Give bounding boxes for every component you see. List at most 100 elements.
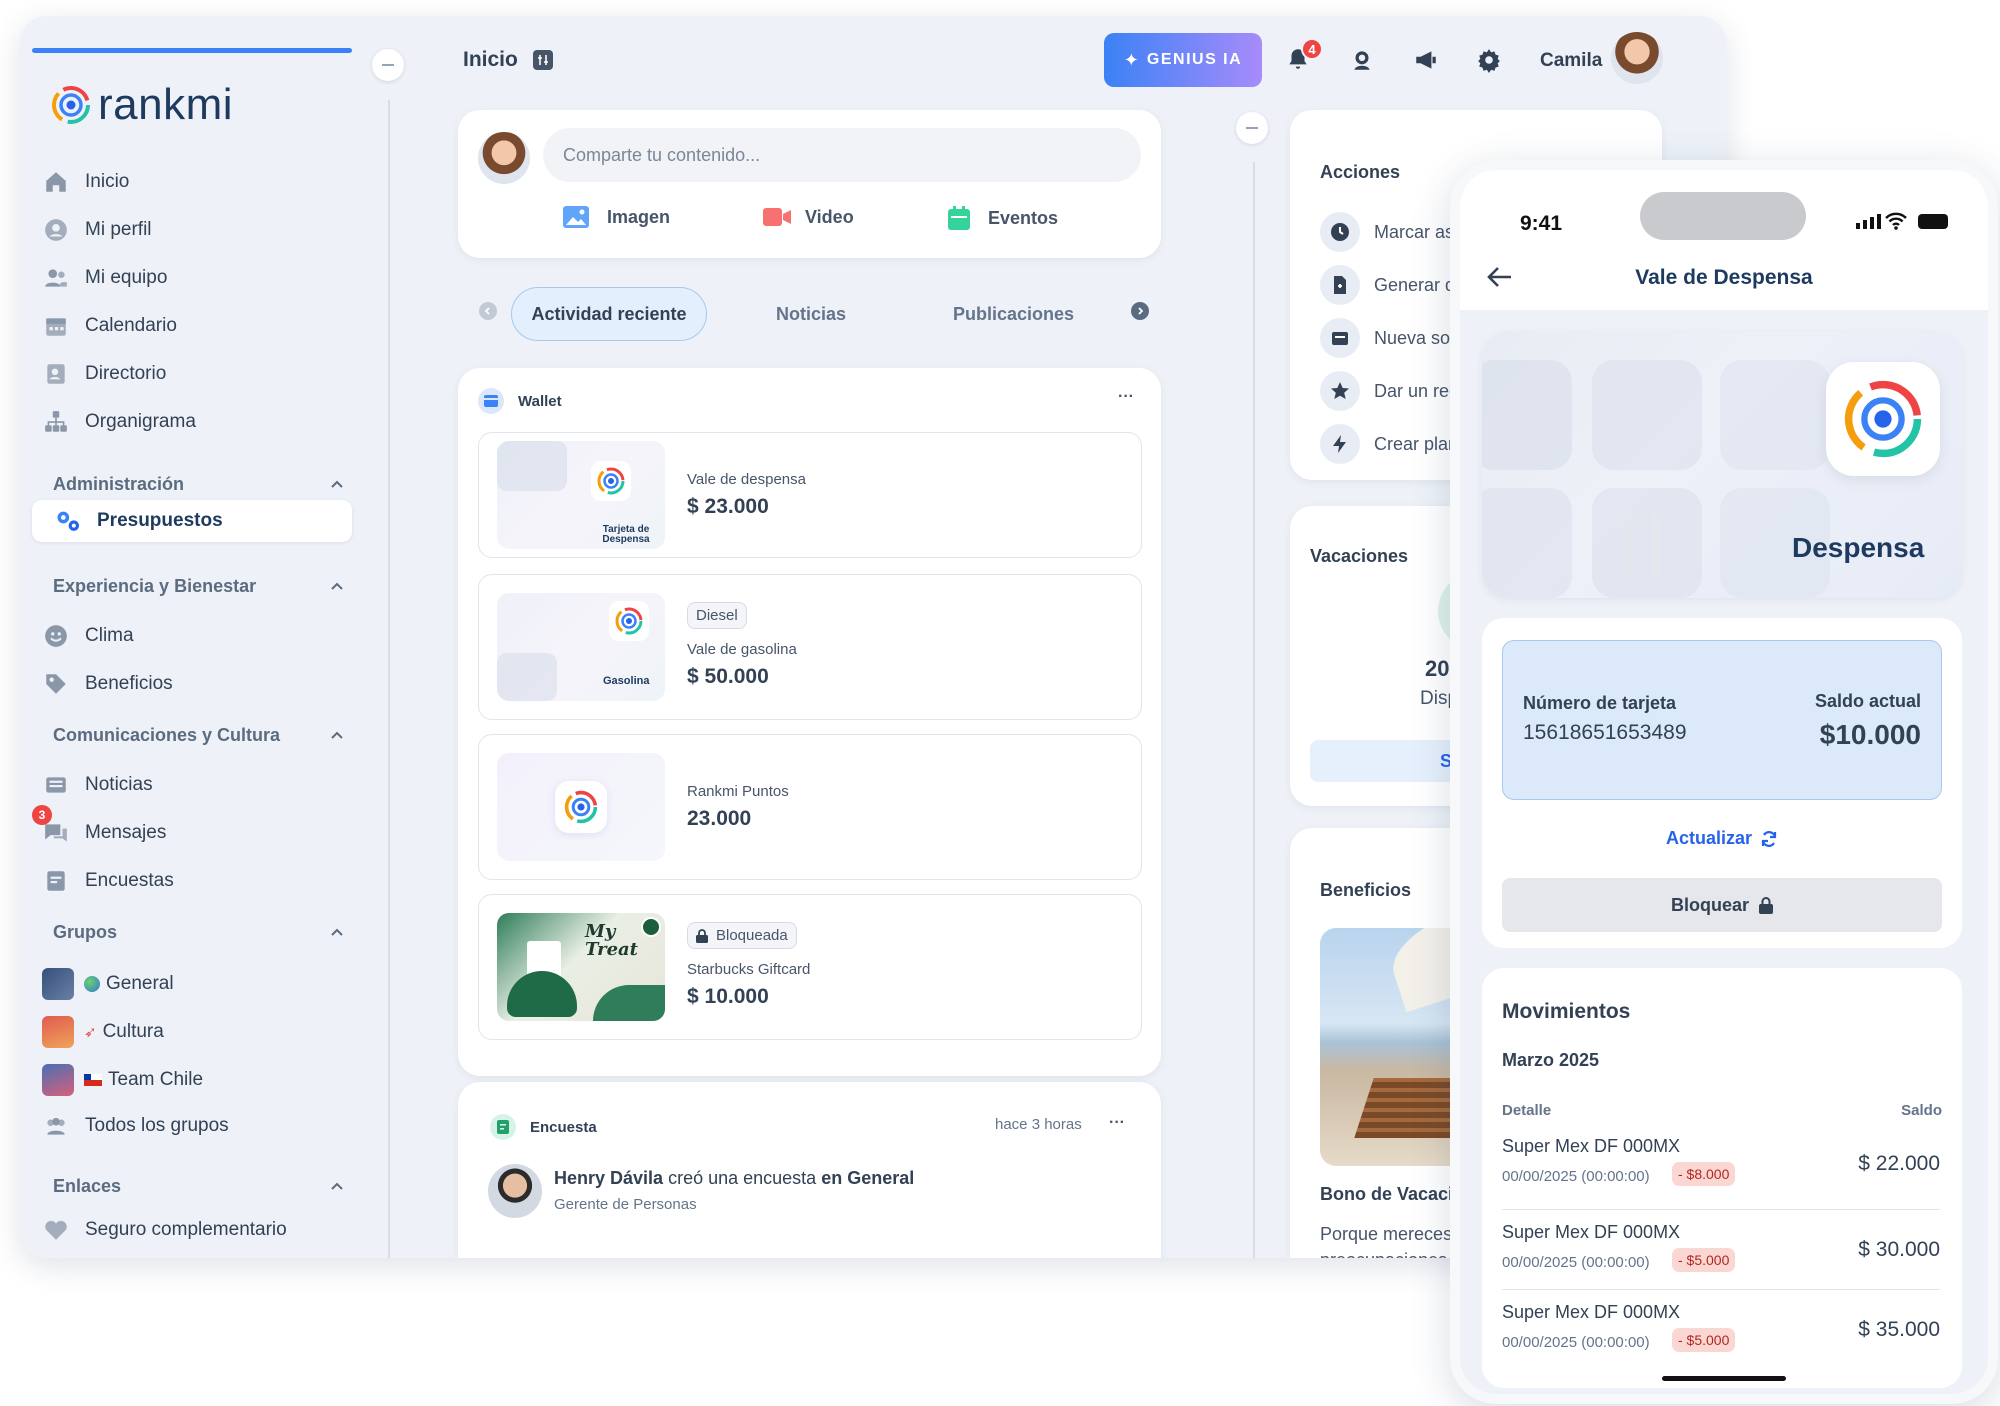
movement-amount: - $8.000	[1672, 1162, 1736, 1186]
tabs-next-arrow[interactable]	[1131, 302, 1149, 320]
sidebar-item-mensajes[interactable]: 3 Mensajes	[32, 805, 166, 847]
sidebar-item-inicio[interactable]: Inicio	[42, 168, 129, 196]
tab-publicaciones[interactable]: Publicaciones	[953, 304, 1074, 325]
survey-more-button[interactable]: ···	[1109, 1114, 1125, 1132]
composer-events-button[interactable]: Eventos	[948, 206, 1058, 230]
composer-input[interactable]: Comparte tu contenido...	[543, 128, 1141, 182]
movement-row[interactable]: Super Mex DF 000MX 00/00/2025 (00:00:00)…	[1502, 1130, 1940, 1210]
section-enlaces[interactable]: Enlaces	[53, 1176, 345, 1197]
action-label: Crear plan	[1374, 433, 1459, 454]
action-item[interactable]: Marcar asi	[1320, 212, 1458, 252]
survey-title: Encuesta	[530, 1118, 597, 1136]
wallet-thumb: Tarjeta de Despensa	[497, 441, 665, 549]
wallet-item-tag: Bloqueada	[687, 922, 797, 949]
wallet-header: Wallet	[478, 388, 562, 414]
block-button[interactable]: Bloquear	[1502, 878, 1942, 932]
directory-icon	[42, 360, 70, 388]
announcements-button[interactable]	[1412, 47, 1440, 78]
sidebar-item-label: Mi equipo	[85, 267, 168, 288]
document-icon	[1320, 265, 1360, 305]
tabs-prev-arrow[interactable]	[479, 302, 497, 320]
section-experiencia[interactable]: Experiencia y Bienestar	[53, 576, 345, 597]
sidebar-item-presupuestos[interactable]: Presupuestos	[32, 500, 352, 542]
chevron-up-icon	[331, 480, 343, 488]
sidebar-item-directorio[interactable]: Directorio	[42, 360, 166, 388]
genius-ia-button[interactable]: ✦ GENIUS IA	[1104, 33, 1262, 87]
movement-name: Super Mex DF 000MX	[1502, 1136, 1681, 1156]
tag-icon	[42, 670, 70, 698]
rankmi-logo-icon	[564, 790, 598, 824]
sidebar-item-organigrama[interactable]: Organigrama	[42, 408, 196, 436]
movement-balance: $ 35.000	[1858, 1318, 1940, 1341]
composer-events-label: Eventos	[988, 207, 1059, 228]
wallet-item[interactable]: Tarjeta de Despensa Vale de despensa $ 2…	[478, 432, 1142, 558]
update-button[interactable]: Actualizar	[1482, 828, 1962, 849]
link-seguro[interactable]: Seguro complementario	[42, 1216, 287, 1244]
sidebar-item-clima[interactable]: Clima	[42, 622, 134, 650]
gear-icon	[1478, 49, 1500, 73]
wallet-card: Wallet ··· Tarjeta de Despensa Vale de d…	[458, 368, 1161, 1076]
sidebar-item-label: Encuestas	[85, 870, 174, 891]
wallet-item-tag-text: Bloqueada	[716, 927, 788, 944]
minus-icon	[1246, 127, 1258, 129]
composer-video-button[interactable]: Video	[763, 206, 854, 228]
inbox-icon	[1320, 318, 1360, 358]
movement-balance: $ 22.000	[1858, 1152, 1940, 1175]
wallet-item[interactable]: Rankmi Puntos 23.000	[478, 734, 1142, 880]
section-comunicaciones[interactable]: Comunicaciones y Cultura	[53, 725, 345, 746]
composer-card: Comparte tu contenido... Imagen Video Ev…	[458, 110, 1161, 258]
survey-header: Encuesta	[490, 1114, 597, 1140]
tab-noticias[interactable]: Noticias	[776, 304, 846, 325]
section-administracion[interactable]: Administración	[53, 474, 345, 495]
wallet-item-value: $ 50.000	[687, 665, 769, 688]
wallet-item-value: $ 10.000	[687, 985, 769, 1008]
wallet-more-button[interactable]: ···	[1118, 388, 1134, 406]
action-label: Marcar asi	[1374, 221, 1459, 242]
movement-row[interactable]: Super Mex DF 000MX 00/00/2025 (00:00:00)…	[1502, 1210, 1940, 1290]
action-item[interactable]: Generar do	[1320, 265, 1465, 305]
starbucks-thumb: My Treat	[497, 913, 665, 1021]
notifications-button[interactable]: 4	[1285, 38, 1323, 76]
layout-toggle-icon[interactable]	[532, 50, 553, 70]
settings-button[interactable]	[1476, 47, 1502, 78]
sidebar-item-mi-equipo[interactable]: Mi equipo	[42, 264, 167, 292]
action-item[interactable]: Nueva soli	[1320, 318, 1458, 358]
sidebar-item-label: Todos los grupos	[85, 1115, 229, 1136]
sidebar-item-calendario[interactable]: Calendario	[42, 312, 177, 340]
movement-row[interactable]: Super Mex DF 000MX 00/00/2025 (00:00:00)…	[1502, 1290, 1940, 1370]
sidebar-item-beneficios[interactable]: Beneficios	[42, 670, 173, 698]
group-team-chile[interactable]: Team Chile	[42, 1064, 203, 1096]
thumb-label: My Treat	[585, 921, 638, 960]
composer-image-button[interactable]: Imagen	[563, 206, 670, 228]
section-title: Administración	[53, 474, 185, 494]
wallet-item[interactable]: Gasolina Diesel Vale de gasolina $ 50.00…	[478, 574, 1142, 720]
group-general[interactable]: General	[42, 968, 174, 1000]
card-number: 15618651653489	[1523, 721, 1687, 744]
sidebar-progress	[32, 48, 352, 53]
author-name[interactable]: Henry Dávila	[554, 1168, 663, 1188]
survey-group-link[interactable]: en General	[821, 1168, 914, 1188]
team-icon	[42, 264, 70, 292]
action-item[interactable]: Crear plan	[1320, 424, 1458, 464]
support-button[interactable]	[1349, 47, 1375, 78]
sidebar-item-todos-grupos[interactable]: Todos los grupos	[42, 1112, 229, 1140]
balance-value: $10.000	[1819, 719, 1921, 750]
wallet-item-title: Starbucks Giftcard	[687, 961, 811, 978]
action-item[interactable]: Dar un reco	[1320, 371, 1468, 411]
sidebar-item-label: Presupuestos	[97, 510, 223, 531]
movement-date: 00/00/2025 (00:00:00)	[1502, 1254, 1650, 1271]
rightbar-collapse-button[interactable]	[1236, 112, 1268, 144]
tab-actividad-reciente[interactable]: Actividad reciente	[511, 287, 707, 341]
sidebar-item-encuestas[interactable]: Encuestas	[42, 867, 174, 895]
wallet-item[interactable]: My Treat Bloqueada Starbucks Giftcard $ …	[478, 894, 1142, 1040]
col-detail: Detalle	[1502, 1102, 1552, 1119]
sidebar-item-mi-perfil[interactable]: Mi perfil	[42, 216, 152, 244]
group-cultura[interactable]: ➶ Cultura	[42, 1016, 164, 1048]
section-grupos[interactable]: Grupos	[53, 922, 345, 943]
user-name[interactable]: Camila	[1540, 50, 1602, 72]
sidebar-item-noticias[interactable]: Noticias	[42, 771, 153, 799]
page-title: Inicio	[463, 48, 553, 72]
sidebar-collapse-button[interactable]	[372, 49, 404, 81]
news-icon	[42, 771, 70, 799]
user-avatar[interactable]	[1611, 32, 1663, 84]
